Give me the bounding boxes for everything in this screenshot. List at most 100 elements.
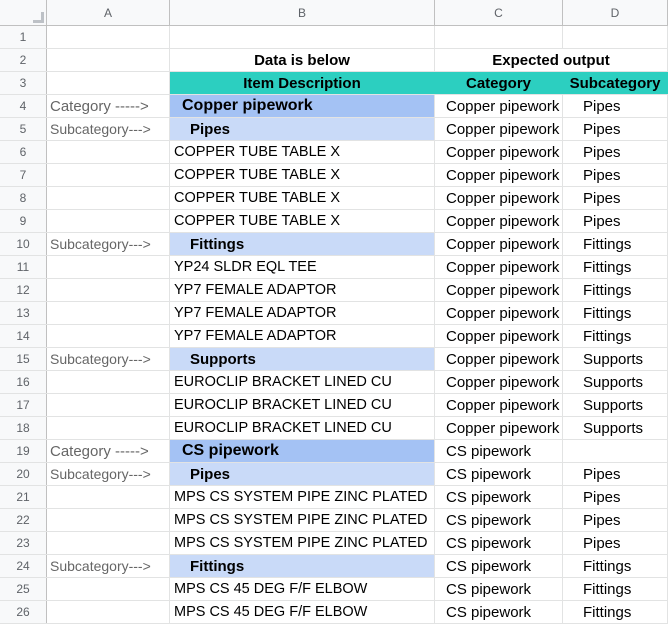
- category-cell[interactable]: CS pipework: [435, 555, 563, 577]
- subcategory-cell[interactable]: Fittings: [563, 325, 668, 347]
- row-header[interactable]: 18: [0, 417, 47, 439]
- cell[interactable]: [170, 26, 435, 48]
- item-description-cell[interactable]: COPPER TUBE TABLE X: [170, 210, 435, 232]
- category-cell[interactable]: Copper pipework: [435, 256, 563, 278]
- row-label-cell[interactable]: [47, 279, 170, 301]
- subcategory-cell[interactable]: Pipes: [563, 463, 668, 485]
- row-label-cell[interactable]: [47, 325, 170, 347]
- row-header[interactable]: 5: [0, 118, 47, 140]
- cell[interactable]: [47, 49, 170, 71]
- row-header[interactable]: 11: [0, 256, 47, 278]
- row-header[interactable]: 1: [0, 26, 47, 48]
- row-header[interactable]: 24: [0, 555, 47, 577]
- column-header-b[interactable]: B: [170, 0, 435, 25]
- item-description-cell[interactable]: YP7 FEMALE ADAPTOR: [170, 325, 435, 347]
- item-description-cell[interactable]: Pipes: [170, 463, 435, 485]
- subcategory-cell[interactable]: Fittings: [563, 256, 668, 278]
- row-header[interactable]: 2: [0, 49, 47, 71]
- row-header[interactable]: 22: [0, 509, 47, 531]
- item-description-cell[interactable]: CS pipework: [170, 440, 435, 462]
- row-header[interactable]: 10: [0, 233, 47, 255]
- category-cell[interactable]: CS pipework: [435, 532, 563, 554]
- data-is-below-heading[interactable]: Data is below: [170, 49, 435, 71]
- item-description-cell[interactable]: EUROCLIP BRACKET LINED CU: [170, 371, 435, 393]
- row-label-cell[interactable]: [47, 164, 170, 186]
- cell[interactable]: [435, 26, 563, 48]
- select-all-corner[interactable]: [0, 0, 47, 25]
- row-label-cell[interactable]: Subcategory--->: [47, 555, 170, 577]
- subcategory-cell[interactable]: Pipes: [563, 141, 668, 163]
- row-label-cell[interactable]: [47, 532, 170, 554]
- cell[interactable]: [47, 26, 170, 48]
- subcategory-cell[interactable]: Fittings: [563, 279, 668, 301]
- row-label-cell[interactable]: [47, 302, 170, 324]
- row-label-cell[interactable]: [47, 578, 170, 600]
- row-header[interactable]: 9: [0, 210, 47, 232]
- subcategory-cell[interactable]: Supports: [563, 394, 668, 416]
- category-cell[interactable]: CS pipework: [435, 463, 563, 485]
- row-header[interactable]: 13: [0, 302, 47, 324]
- row-label-cell[interactable]: Category ----->: [47, 440, 170, 462]
- row-label-cell[interactable]: Subcategory--->: [47, 348, 170, 370]
- item-description-cell[interactable]: Fittings: [170, 555, 435, 577]
- cell[interactable]: [563, 26, 668, 48]
- subcategory-cell[interactable]: Pipes: [563, 532, 668, 554]
- row-label-cell[interactable]: Subcategory--->: [47, 118, 170, 140]
- subcategory-cell[interactable]: Pipes: [563, 187, 668, 209]
- row-label-cell[interactable]: [47, 256, 170, 278]
- expected-output-heading[interactable]: Expected output: [435, 49, 668, 71]
- category-cell[interactable]: Copper pipework: [435, 371, 563, 393]
- row-header[interactable]: 8: [0, 187, 47, 209]
- row-header[interactable]: 26: [0, 601, 47, 623]
- item-description-cell[interactable]: MPS CS 45 DEG F/F ELBOW: [170, 578, 435, 600]
- row-header[interactable]: 21: [0, 486, 47, 508]
- item-description-header[interactable]: Item Description: [170, 72, 435, 94]
- item-description-cell[interactable]: MPS CS 45 DEG F/F ELBOW: [170, 601, 435, 623]
- row-label-cell[interactable]: [47, 486, 170, 508]
- category-cell[interactable]: Copper pipework: [435, 118, 563, 140]
- category-cell[interactable]: Copper pipework: [435, 210, 563, 232]
- category-cell[interactable]: Copper pipework: [435, 164, 563, 186]
- item-description-cell[interactable]: Fittings: [170, 233, 435, 255]
- row-header[interactable]: 17: [0, 394, 47, 416]
- row-header[interactable]: 19: [0, 440, 47, 462]
- row-header[interactable]: 6: [0, 141, 47, 163]
- subcategory-cell[interactable]: Fittings: [563, 233, 668, 255]
- category-cell[interactable]: Copper pipework: [435, 394, 563, 416]
- subcategory-cell[interactable]: Pipes: [563, 95, 668, 117]
- row-header[interactable]: 4: [0, 95, 47, 117]
- row-header[interactable]: 23: [0, 532, 47, 554]
- item-description-cell[interactable]: COPPER TUBE TABLE X: [170, 164, 435, 186]
- item-description-cell[interactable]: EUROCLIP BRACKET LINED CU: [170, 394, 435, 416]
- subcategory-cell[interactable]: Fittings: [563, 601, 668, 623]
- category-cell[interactable]: Copper pipework: [435, 325, 563, 347]
- item-description-cell[interactable]: Pipes: [170, 118, 435, 140]
- category-header[interactable]: Category: [435, 72, 563, 94]
- subcategory-cell[interactable]: Supports: [563, 371, 668, 393]
- item-description-cell[interactable]: Copper pipework: [170, 95, 435, 117]
- row-label-cell[interactable]: [47, 187, 170, 209]
- item-description-cell[interactable]: YP24 SLDR EQL TEE: [170, 256, 435, 278]
- row-label-cell[interactable]: [47, 394, 170, 416]
- row-label-cell[interactable]: [47, 509, 170, 531]
- subcategory-cell[interactable]: Pipes: [563, 486, 668, 508]
- subcategory-cell[interactable]: [563, 440, 668, 462]
- row-label-cell[interactable]: [47, 210, 170, 232]
- item-description-cell[interactable]: COPPER TUBE TABLE X: [170, 187, 435, 209]
- row-label-cell[interactable]: Subcategory--->: [47, 463, 170, 485]
- category-cell[interactable]: Copper pipework: [435, 302, 563, 324]
- column-header-c[interactable]: C: [435, 0, 563, 25]
- subcategory-cell[interactable]: Pipes: [563, 210, 668, 232]
- item-description-cell[interactable]: MPS CS SYSTEM PIPE ZINC PLATED: [170, 509, 435, 531]
- row-header[interactable]: 20: [0, 463, 47, 485]
- row-header[interactable]: 14: [0, 325, 47, 347]
- row-header[interactable]: 25: [0, 578, 47, 600]
- category-cell[interactable]: Copper pipework: [435, 279, 563, 301]
- category-cell[interactable]: Copper pipework: [435, 348, 563, 370]
- category-cell[interactable]: Copper pipework: [435, 187, 563, 209]
- row-label-cell[interactable]: [47, 371, 170, 393]
- row-label-cell[interactable]: [47, 417, 170, 439]
- column-header-a[interactable]: A: [47, 0, 170, 25]
- subcategory-cell[interactable]: Pipes: [563, 509, 668, 531]
- row-header[interactable]: 12: [0, 279, 47, 301]
